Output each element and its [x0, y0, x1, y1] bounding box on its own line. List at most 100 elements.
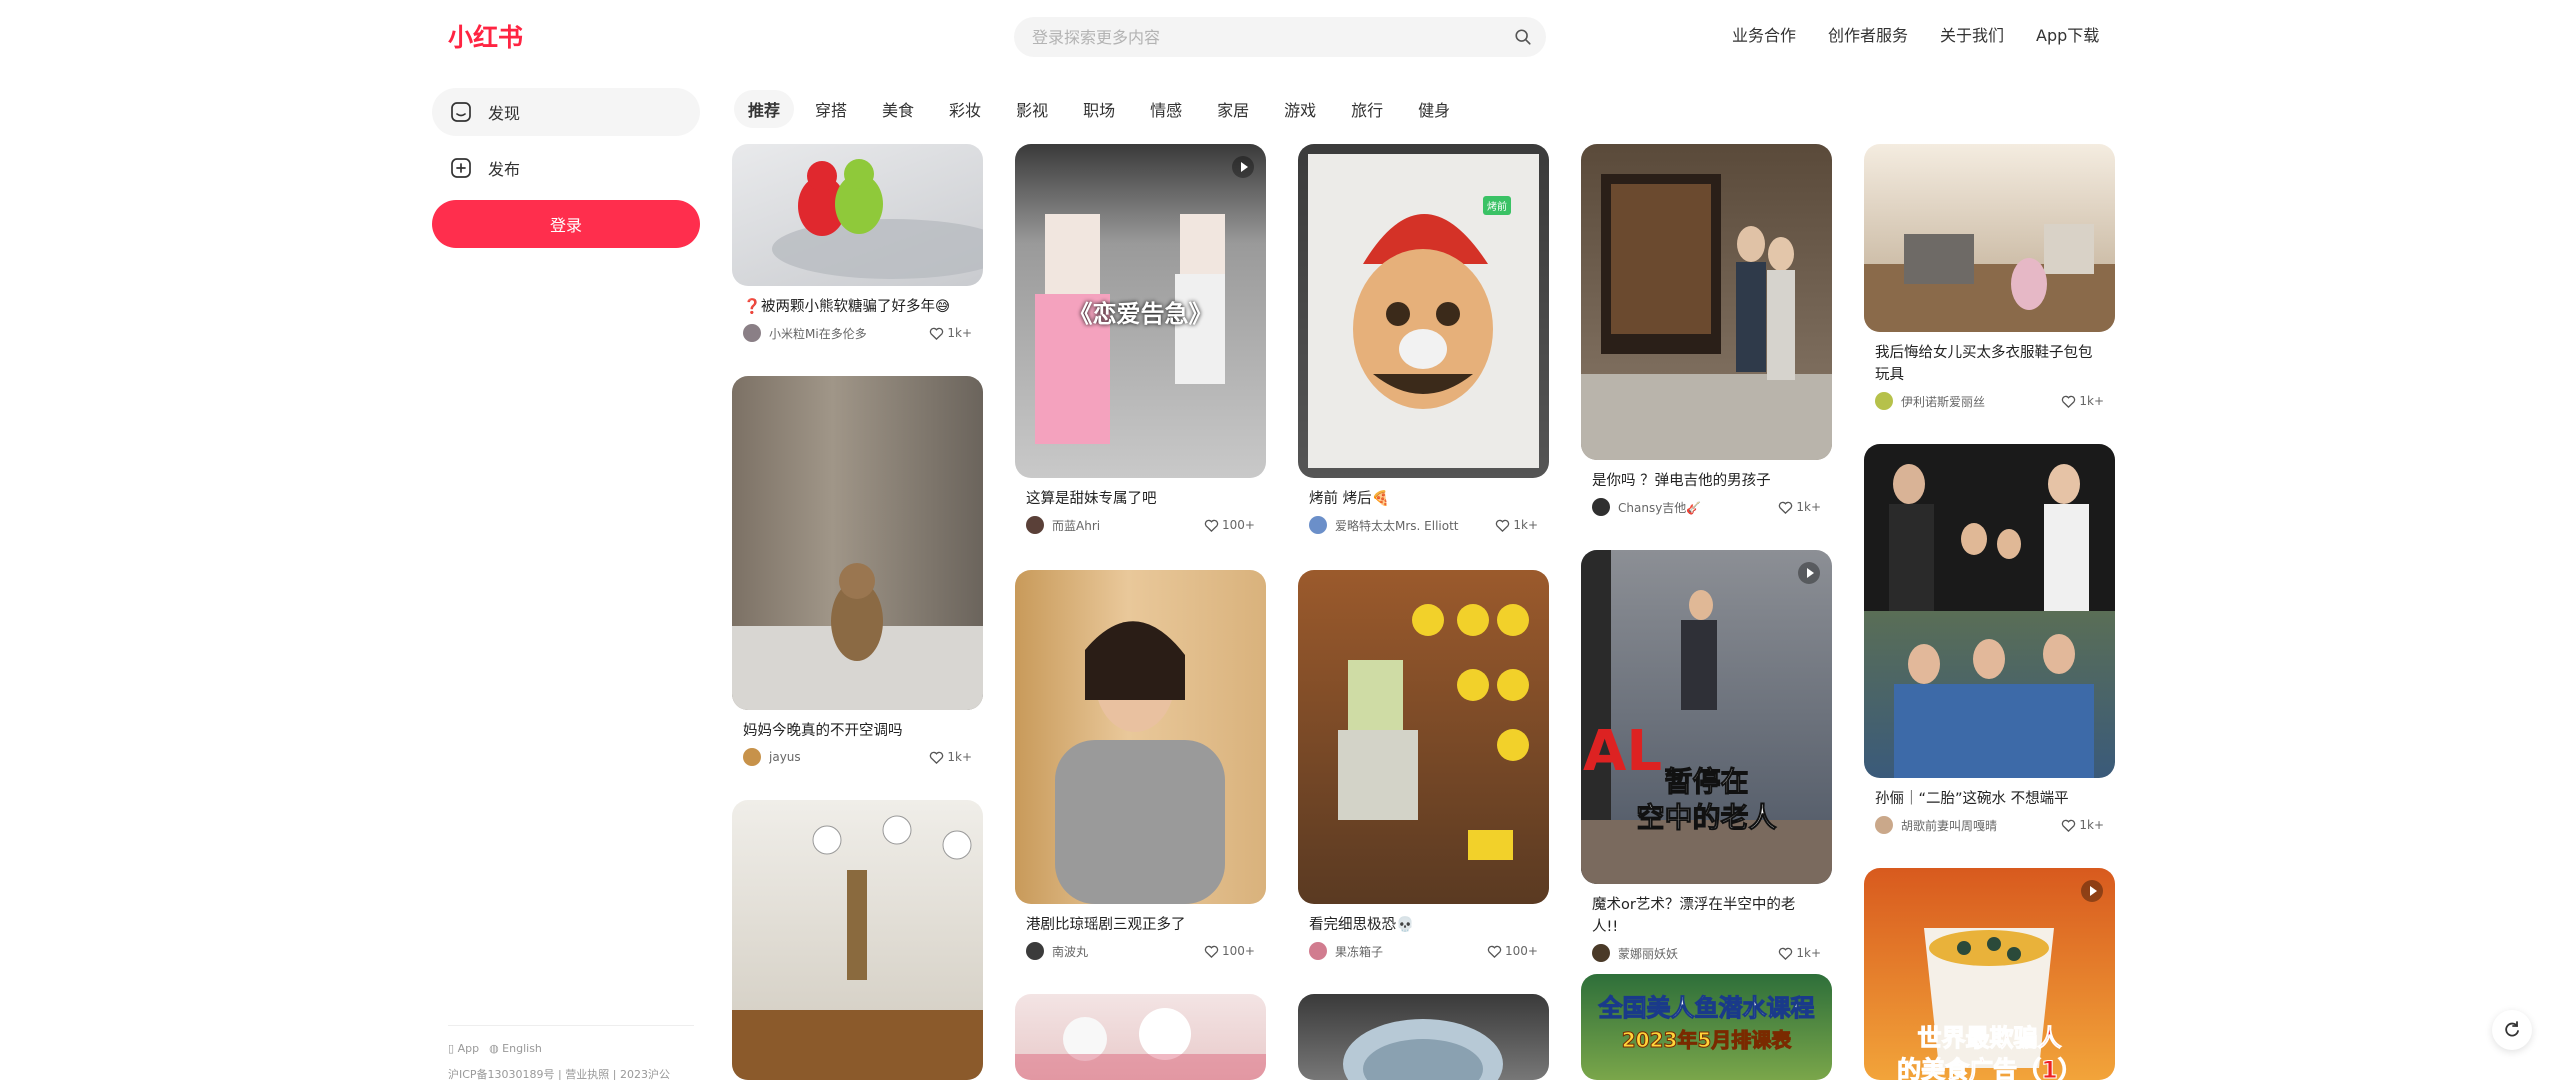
nav-business[interactable]: 业务合作 [1732, 22, 1796, 46]
like-button[interactable]: 1k+ [1495, 518, 1538, 533]
like-button[interactable]: 1k+ [2061, 818, 2104, 833]
author-name[interactable]: 伊利诺斯爱丽丝 [1901, 393, 2061, 410]
like-button[interactable]: 1k+ [929, 326, 972, 341]
note-cover[interactable] [1015, 994, 1266, 1080]
note-card[interactable]: 我后悔给女儿买太多衣服鞋子包包玩具 伊利诺斯爱丽丝 1k+ [1864, 144, 2115, 411]
sidebar-footer: ▯ App ◍ English 沪ICP备13030189号 | 营业执照 | … [448, 1040, 708, 1080]
like-button[interactable]: 1k+ [1778, 946, 1821, 961]
top-nav: 业务合作 创作者服务 关于我们 App下载 [1732, 22, 2131, 46]
note-cover[interactable] [1015, 570, 1266, 904]
discover-icon [451, 102, 471, 122]
tab-fitness[interactable]: 健身 [1404, 90, 1464, 128]
note-card[interactable]: 看完细思极恐💀 果冻箱子 100+ [1298, 570, 1549, 961]
sidebar-item-label: 发布 [488, 160, 521, 179]
login-button[interactable]: 登录 [432, 200, 700, 248]
note-card[interactable]: 全国美人鱼潜水课程 2023年5月排课表 [1581, 974, 1832, 1080]
tab-emotion[interactable]: 情感 [1136, 90, 1196, 128]
author-name[interactable]: 而蓝Ahri [1052, 517, 1204, 534]
avatar[interactable] [1875, 392, 1893, 410]
note-card[interactable]: 是你吗 ？弹电吉他的男孩子 Chansy吉他🎸 1k+ [1581, 144, 1832, 517]
tab-movies[interactable]: 影视 [1002, 90, 1062, 128]
nav-about[interactable]: 关于我们 [1940, 22, 2004, 46]
note-cover[interactable]: 全国美人鱼潜水课程 2023年5月排课表 [1581, 974, 1832, 1080]
author-name[interactable]: 小米粒Mi在多伦多 [769, 325, 929, 342]
note-cover[interactable] [1581, 144, 1832, 460]
note-card[interactable]: 妈妈今晚真的不开空调吗 jayus 1k+ [732, 376, 983, 767]
author-name[interactable]: 果冻箱子 [1335, 943, 1487, 960]
author-name[interactable]: Chansy吉他🎸 [1618, 499, 1778, 516]
note-card[interactable]: ❓被两颗小熊软糖骗了好多年😅 小米粒Mi在多伦多 1k+ [732, 144, 983, 343]
author-name[interactable]: 蒙娜丽妖妖 [1618, 945, 1778, 962]
note-card[interactable] [732, 800, 983, 1080]
tab-travel[interactable]: 旅行 [1337, 90, 1397, 128]
sidebar-item-publish[interactable]: 发布 [432, 144, 700, 192]
note-cover[interactable] [732, 376, 983, 710]
avatar[interactable] [1592, 944, 1610, 962]
like-button[interactable]: 1k+ [2061, 394, 2104, 409]
note-cover[interactable]: AL 暂停在 空中的老人 [1581, 550, 1832, 884]
living-room-image [1864, 224, 2115, 332]
tab-games[interactable]: 游戏 [1270, 90, 1330, 128]
like-button[interactable]: 100+ [1487, 944, 1538, 959]
like-button[interactable]: 100+ [1204, 944, 1255, 959]
language-link[interactable]: ◍ English [489, 1042, 542, 1055]
note-meta: 胡歌前妻叫周嘎晴 1k+ [1864, 815, 2115, 835]
author-name[interactable]: jayus [769, 750, 929, 764]
heart-icon [2062, 395, 2076, 408]
note-cover[interactable] [1864, 444, 2115, 778]
sidebar-item-discover[interactable]: 发现 [432, 88, 700, 136]
search-icon[interactable] [1514, 28, 1532, 46]
heart-icon [1496, 519, 1510, 532]
note-cover[interactable]: 烤前 [1298, 144, 1549, 478]
logo[interactable]: 小红书 [448, 18, 523, 54]
note-card[interactable]: 《恋爱告急》 这算是甜妹专属了吧 而蓝Ahri 100+ [1015, 144, 1266, 535]
note-cover[interactable]: 世界最欺骗人 的美食广告（1） [1864, 868, 2115, 1080]
note-cover[interactable] [1298, 994, 1549, 1080]
search-input[interactable] [1014, 17, 1494, 57]
note-card[interactable] [1015, 994, 1266, 1080]
avatar[interactable] [1875, 816, 1893, 834]
nav-app-download[interactable]: App下载 [2036, 22, 2099, 46]
note-cover[interactable] [1864, 144, 2115, 332]
note-meta: jayus 1k+ [732, 747, 983, 767]
note-card[interactable]: 港剧比琼瑶剧三观正多了 南波丸 100+ [1015, 570, 1266, 961]
tab-food[interactable]: 美食 [868, 90, 928, 128]
note-card[interactable]: 孙俪｜“二胎”这碗水 不想端平 胡歌前妻叫周嘎晴 1k+ [1864, 444, 2115, 835]
heart-icon [1779, 947, 1793, 960]
author-name[interactable]: 南波丸 [1052, 943, 1204, 960]
like-button[interactable]: 100+ [1204, 518, 1255, 533]
note-title: 看完细思极恐💀 [1309, 917, 1415, 933]
tab-home[interactable]: 家居 [1203, 90, 1263, 128]
note-card[interactable] [1298, 994, 1549, 1080]
nav-creator[interactable]: 创作者服务 [1828, 22, 1908, 46]
app-link[interactable]: ▯ App [448, 1042, 479, 1055]
avatar[interactable] [1026, 516, 1044, 534]
note-cover[interactable] [732, 144, 983, 286]
category-tabs: 推荐 穿搭 美食 彩妆 影视 职场 情感 家居 游戏 旅行 健身 [734, 90, 1471, 128]
sidebar-item-label: 发现 [488, 104, 521, 123]
note-card[interactable]: AL 暂停在 空中的老人 魔术or艺术？漂浮在半空中的老人!! 蒙娜丽妖妖 1k… [1581, 550, 1832, 963]
tab-recommend[interactable]: 推荐 [734, 90, 795, 128]
like-button[interactable]: 1k+ [929, 750, 972, 765]
avatar[interactable] [1592, 498, 1610, 516]
cat-image [732, 563, 983, 710]
author-name[interactable]: 胡歌前妻叫周嘎晴 [1901, 817, 2061, 834]
avatar[interactable] [1309, 942, 1327, 960]
sidebar-divider [448, 1025, 694, 1026]
note-cover[interactable] [732, 800, 983, 1080]
note-cover[interactable]: 《恋爱告急》 [1015, 144, 1266, 478]
search-bar[interactable] [1014, 17, 1546, 57]
tab-career[interactable]: 职场 [1069, 90, 1129, 128]
note-cover[interactable] [1298, 570, 1549, 904]
note-card[interactable]: 世界最欺骗人 的美食广告（1） [1864, 868, 2115, 1080]
avatar[interactable] [743, 324, 761, 342]
note-card[interactable]: 烤前 烤前 烤后🍕 爱略特太太Mrs. Elliott 1k+ [1298, 144, 1549, 535]
avatar[interactable] [743, 748, 761, 766]
refresh-button[interactable] [2492, 1010, 2532, 1050]
tab-makeup[interactable]: 彩妆 [935, 90, 995, 128]
like-button[interactable]: 1k+ [1778, 500, 1821, 515]
avatar[interactable] [1026, 942, 1044, 960]
avatar[interactable] [1309, 516, 1327, 534]
author-name[interactable]: 爱略特太太Mrs. Elliott [1335, 517, 1495, 534]
tab-fashion[interactable]: 穿搭 [801, 90, 861, 128]
